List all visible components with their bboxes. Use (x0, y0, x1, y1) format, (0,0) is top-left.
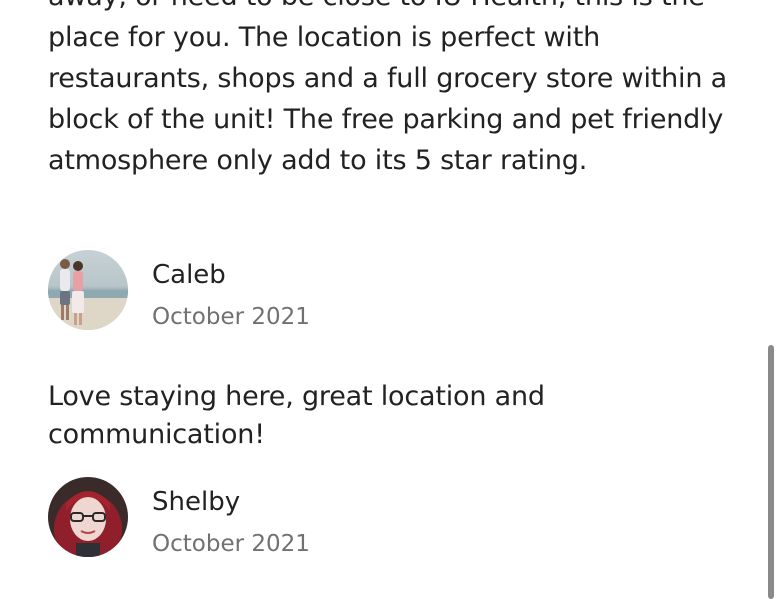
reviewer-meta: Shelby October 2021 (152, 477, 310, 559)
review-header: Shelby October 2021 (48, 477, 748, 559)
review-date: October 2021 (152, 531, 310, 557)
reviewer-name[interactable]: Shelby (152, 485, 310, 519)
avatar[interactable] (48, 250, 128, 330)
review-text: Love staying here, great location and co… (48, 381, 545, 450)
review-date: October 2021 (152, 304, 310, 330)
reviewer-name[interactable]: Caleb (152, 258, 310, 292)
reviewer-meta: Caleb October 2021 (152, 250, 310, 332)
review-item-shelby: Shelby October 2021 (48, 477, 748, 559)
avatar-photo-beach-couple (48, 250, 128, 330)
avatar[interactable] (48, 477, 128, 557)
review-header: Caleb October 2021 (48, 250, 748, 332)
review-item-caleb: Caleb October 2021 Love staying here, gr… (48, 250, 748, 454)
avatar-photo-red-hair-woman (48, 477, 128, 557)
scrollbar[interactable] (768, 345, 774, 599)
review-text-previous: away, or need to be close to IU Health, … (48, 0, 727, 176)
